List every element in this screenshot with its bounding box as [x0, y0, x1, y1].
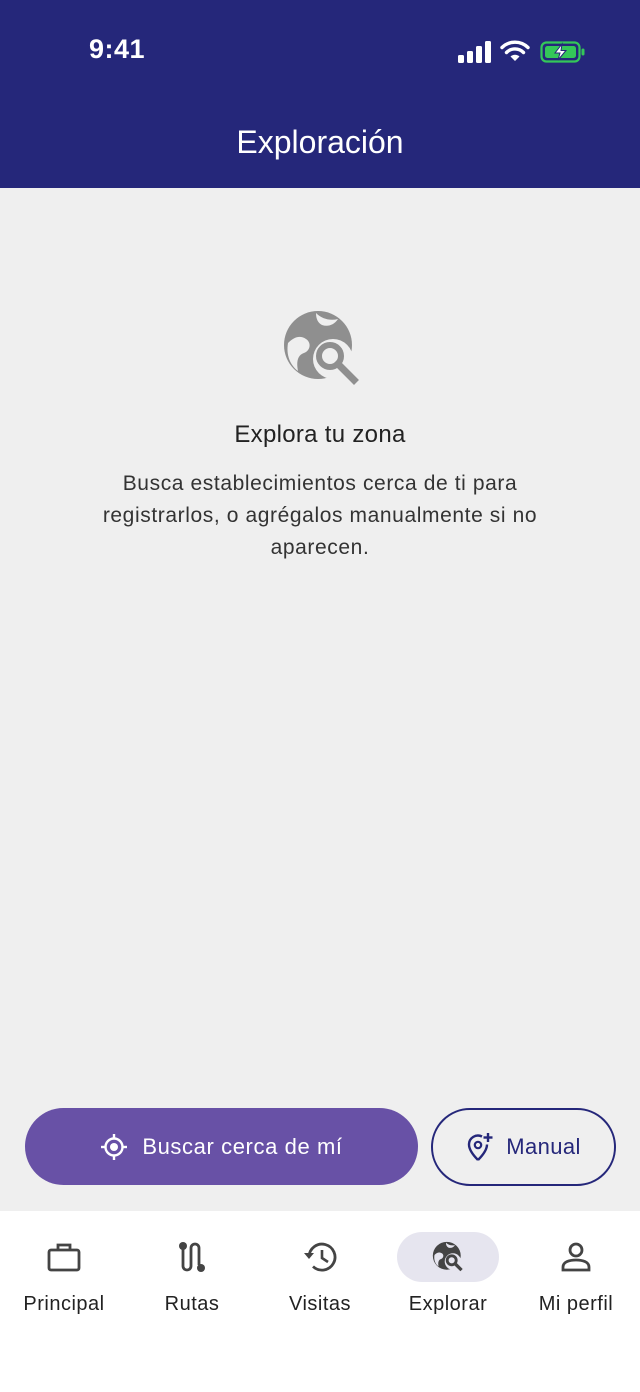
- cellular-signal-icon: [458, 41, 491, 63]
- nav-label-principal: Principal: [23, 1293, 105, 1315]
- nav-label-explorar: Explorar: [408, 1293, 488, 1315]
- search-nearby-label: Buscar cerca de mí: [142, 1133, 343, 1159]
- travel-explore-icon: [284, 311, 359, 385]
- nav-item-rutas[interactable]: Rutas: [128, 1211, 256, 1331]
- bottom-navigation: Principal Rutas Visitas Explorar Mi perf…: [0, 1211, 640, 1392]
- travel-explore-icon: [432, 1241, 463, 1272]
- briefcase-icon: [47, 1243, 81, 1272]
- empty-state-title: Explora tu zona: [234, 421, 406, 448]
- my-location-icon: [101, 1133, 128, 1160]
- nav-label-visitas: Visitas: [288, 1293, 352, 1315]
- nav-item-mi-perfil[interactable]: Mi perfil: [512, 1211, 640, 1331]
- nav-label-mi-perfil: Mi perfil: [538, 1293, 614, 1315]
- empty-state-description: Busca establecimientos cerca de ti para …: [102, 472, 538, 559]
- nav-active-indicator: [397, 1232, 499, 1282]
- nav-item-principal[interactable]: Principal: [0, 1211, 128, 1331]
- person-icon: [561, 1242, 591, 1272]
- add-location-icon: [468, 1133, 493, 1161]
- history-icon: [304, 1242, 337, 1272]
- battery-charging-icon: [540, 41, 585, 63]
- nav-label-rutas: Rutas: [164, 1293, 220, 1315]
- manual-add-button[interactable]: Manual: [431, 1108, 616, 1186]
- nav-item-visitas[interactable]: Visitas: [256, 1211, 384, 1331]
- nav-item-explorar[interactable]: Explorar: [384, 1211, 512, 1331]
- search-nearby-button[interactable]: Buscar cerca de mí: [25, 1108, 418, 1185]
- route-icon: [179, 1242, 205, 1272]
- page-title: Exploración: [236, 124, 404, 160]
- wifi-icon: [500, 40, 530, 61]
- app-header: 9:41 Exploración: [0, 0, 640, 188]
- status-time: 9:41: [89, 34, 146, 64]
- manual-add-label: Manual: [506, 1134, 581, 1159]
